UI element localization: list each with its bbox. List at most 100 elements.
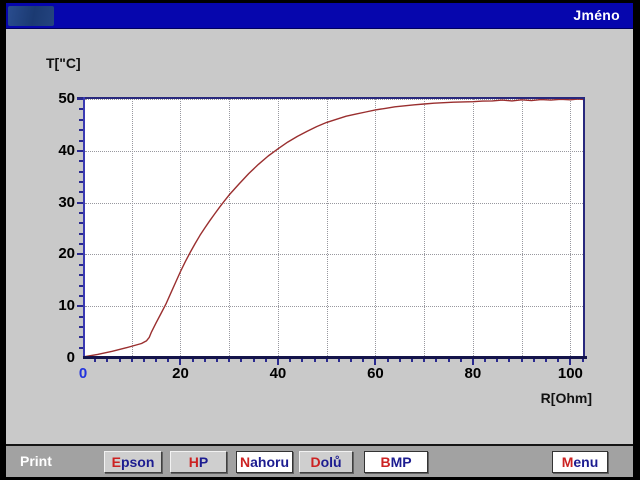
x-tick bbox=[167, 359, 169, 362]
x-tick bbox=[423, 359, 425, 362]
plot-frame-top bbox=[77, 97, 585, 99]
x-tick-label: 0 bbox=[79, 365, 87, 382]
x-tick bbox=[496, 359, 498, 362]
button-hotkey-letter: B bbox=[380, 454, 390, 470]
y-tick bbox=[79, 243, 83, 245]
x-tick bbox=[94, 359, 96, 362]
y-tick-label: 10 bbox=[35, 297, 75, 314]
button-nahoru[interactable]: Nahoru bbox=[236, 451, 293, 473]
button-dolu[interactable]: Dolů bbox=[299, 451, 353, 473]
x-tick-label: 100 bbox=[558, 365, 583, 382]
y-tick bbox=[79, 181, 83, 183]
x-tick bbox=[301, 359, 303, 362]
y-tick bbox=[79, 347, 83, 349]
footer-bar: Print EpsonHPNahoruDolůBMPMenu bbox=[6, 446, 633, 477]
button-hotkey-letter: D bbox=[310, 454, 320, 470]
button-label: enu bbox=[573, 454, 598, 470]
y-tick bbox=[79, 274, 83, 276]
y-tick bbox=[77, 202, 83, 204]
x-tick bbox=[399, 359, 401, 362]
x-tick bbox=[289, 359, 291, 362]
temperature-curve bbox=[83, 97, 585, 358]
y-axis-line bbox=[83, 97, 85, 358]
x-tick bbox=[240, 359, 242, 362]
x-tick bbox=[131, 359, 133, 362]
y-tick bbox=[77, 253, 83, 255]
y-tick bbox=[79, 316, 83, 318]
button-label: olů bbox=[321, 454, 342, 470]
title-bar: Jméno bbox=[6, 3, 633, 29]
chart-panel: T["C] 01020304050020406080100 R[Ohm] bbox=[6, 29, 633, 444]
x-tick bbox=[411, 359, 413, 362]
x-tick bbox=[314, 359, 316, 362]
button-menu[interactable]: Menu bbox=[552, 451, 608, 473]
x-tick bbox=[387, 359, 389, 362]
y-tick bbox=[79, 129, 83, 131]
button-hotkey-letter: N bbox=[240, 454, 250, 470]
x-tick bbox=[106, 359, 108, 362]
x-tick bbox=[228, 359, 230, 362]
print-label: Print bbox=[20, 453, 52, 469]
button-label: pson bbox=[121, 454, 154, 470]
y-tick bbox=[79, 119, 83, 121]
x-tick bbox=[545, 359, 547, 362]
plot-frame-right bbox=[583, 97, 585, 358]
y-tick bbox=[79, 336, 83, 338]
x-tick bbox=[460, 359, 462, 362]
y-tick bbox=[79, 191, 83, 193]
x-tick bbox=[582, 359, 584, 362]
y-tick bbox=[77, 305, 83, 307]
x-tick-label: 20 bbox=[172, 365, 189, 382]
x-tick bbox=[265, 359, 267, 362]
y-tick bbox=[79, 171, 83, 173]
button-label: MP bbox=[391, 454, 412, 470]
plot-area: 01020304050020406080100 bbox=[83, 97, 585, 358]
x-tick bbox=[448, 359, 450, 362]
y-tick bbox=[79, 222, 83, 224]
x-tick bbox=[119, 359, 121, 362]
x-tick bbox=[216, 359, 218, 362]
button-epson[interactable]: Epson bbox=[104, 451, 162, 473]
button-hotkey-letter: M bbox=[562, 454, 574, 470]
x-tick bbox=[338, 359, 340, 362]
button-label: P bbox=[199, 454, 208, 470]
x-tick-label: 40 bbox=[270, 365, 287, 382]
x-tick bbox=[533, 359, 535, 362]
x-tick bbox=[521, 359, 523, 362]
y-tick-label: 0 bbox=[35, 349, 75, 366]
x-tick bbox=[204, 359, 206, 362]
app-logo bbox=[8, 6, 54, 26]
x-tick bbox=[192, 359, 194, 362]
x-tick-label: 60 bbox=[367, 365, 384, 382]
x-tick bbox=[362, 359, 364, 362]
y-tick bbox=[77, 98, 83, 100]
x-tick bbox=[143, 359, 145, 362]
x-axis-title: R[Ohm] bbox=[486, 390, 592, 406]
x-tick bbox=[435, 359, 437, 362]
button-label: ahoru bbox=[250, 454, 289, 470]
y-axis-title: T["C] bbox=[46, 55, 81, 71]
button-hp[interactable]: HP bbox=[170, 451, 227, 473]
y-tick bbox=[79, 326, 83, 328]
y-tick-label: 20 bbox=[35, 245, 75, 262]
button-bmp[interactable]: BMP bbox=[364, 451, 428, 473]
x-tick bbox=[557, 359, 559, 362]
y-tick bbox=[79, 140, 83, 142]
x-tick bbox=[155, 359, 157, 362]
y-tick bbox=[79, 160, 83, 162]
y-tick bbox=[79, 285, 83, 287]
x-tick-label: 80 bbox=[465, 365, 482, 382]
button-hotkey-letter: H bbox=[189, 454, 199, 470]
y-tick bbox=[79, 233, 83, 235]
y-tick bbox=[77, 150, 83, 152]
y-tick-label: 40 bbox=[35, 142, 75, 159]
y-tick bbox=[79, 264, 83, 266]
x-axis-line bbox=[83, 356, 587, 359]
x-tick bbox=[508, 359, 510, 362]
y-tick-label: 50 bbox=[35, 90, 75, 107]
x-tick bbox=[253, 359, 255, 362]
x-tick bbox=[326, 359, 328, 362]
button-hotkey-letter: E bbox=[112, 454, 121, 470]
y-tick-label: 30 bbox=[35, 194, 75, 211]
x-tick bbox=[350, 359, 352, 362]
